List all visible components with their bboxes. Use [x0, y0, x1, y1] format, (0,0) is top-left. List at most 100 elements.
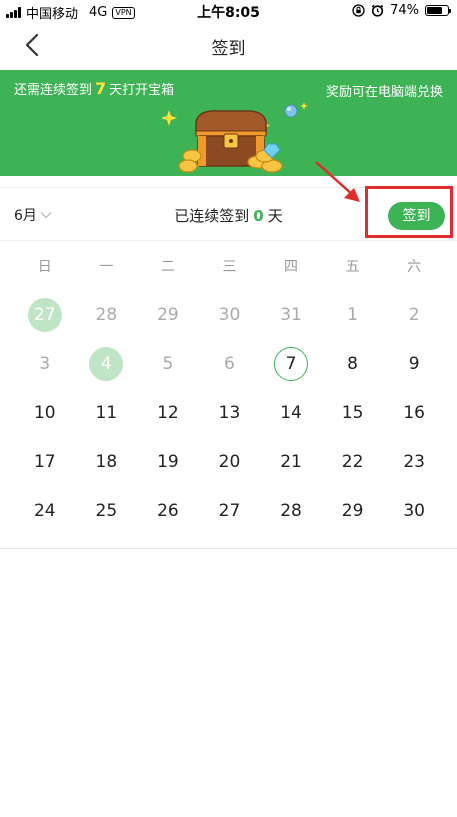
calendar-day-number: 12 [157, 402, 179, 423]
calendar-day[interactable]: 19 [137, 437, 199, 486]
reward-banner: 还需连续签到 7 天打开宝箱 奖励可在电脑端兑换 [0, 70, 457, 176]
calendar-day-number: 29 [341, 500, 364, 521]
calendar-day-number: 28 [280, 500, 302, 521]
nav-bar: 签到 [0, 22, 457, 68]
calendar-day-number: 17 [33, 451, 56, 472]
calendar-day-number: 20 [218, 451, 241, 472]
calendar-week: 10 11 12 13 14 15 16 [14, 388, 445, 437]
calendar-day-number: 16 [403, 402, 425, 423]
calendar-day[interactable]: 18 [76, 437, 138, 486]
calendar-day[interactable]: 26 [137, 486, 199, 535]
calendar-day[interactable]: 27 [199, 486, 261, 535]
calendar-day[interactable]: 14 [260, 388, 322, 437]
calendar-day[interactable]: 31 [260, 290, 322, 339]
calendar-day-number: 24 [33, 500, 56, 521]
divider [0, 548, 457, 549]
calendar-week: 24 25 26 27 28 29 30 [14, 486, 445, 535]
calendar-day[interactable]: 3 [14, 339, 76, 388]
weekday-label: 六 [407, 259, 422, 275]
calendar-day[interactable]: 17 [14, 437, 76, 486]
calendar-day-number: 6 [224, 353, 235, 374]
calendar-day-number: 8 [347, 353, 358, 374]
calendar-day[interactable]: 29 [137, 290, 199, 339]
battery-icon [425, 5, 451, 16]
alarm-icon [371, 4, 384, 17]
calendar-day[interactable]: 29 [322, 486, 384, 535]
calendar-day[interactable]: 9 [383, 339, 445, 388]
banner-progress-text: 还需连续签到 7 天打开宝箱 [14, 79, 174, 98]
calendar-day[interactable]: 8 [322, 339, 384, 388]
calendar-day[interactable]: 15 [322, 388, 384, 437]
calendar-day[interactable]: 30 [199, 290, 261, 339]
calendar-day-number: 31 [280, 304, 302, 325]
banner-redeem-text: 奖励可在电脑端兑换 [325, 85, 443, 100]
calendar-day-number: 2 [408, 304, 420, 325]
battery-percent: 74% [390, 3, 419, 18]
calendar-day-number: 30 [218, 304, 241, 325]
calendar-day[interactable]: 10 [14, 388, 76, 437]
streak-count: 0 [253, 207, 264, 225]
streak-suffix: 天 [267, 207, 283, 225]
calendar-day-number: 10 [33, 402, 56, 423]
calendar-day-number: 1 [347, 304, 358, 325]
streak-prefix: 已连续签到 [174, 207, 250, 225]
calendar-day[interactable]: 12 [137, 388, 199, 437]
weekday-label: 三 [222, 259, 237, 275]
calendar-day-number: 15 [341, 402, 364, 423]
calendar-day[interactable]: 2 [383, 290, 445, 339]
calendar-day-number: 11 [95, 402, 118, 423]
calendar-day[interactable]: 22 [322, 437, 384, 486]
rotation-lock-icon [352, 4, 365, 17]
annotation-highlight-box [365, 186, 453, 238]
calendar-day[interactable]: 13 [199, 388, 261, 437]
status-right: 74% [352, 3, 451, 18]
calendar-grid: 27 28 29 30 31 1 2 3 4 5 6 7 8 9 10 11 12 13 14 15 16 17 18 19 2… [14, 290, 445, 535]
calendar-day[interactable]: 16 [383, 388, 445, 437]
calendar-day-number: 22 [341, 451, 364, 472]
weekday-label: 一 [99, 259, 114, 275]
banner-days: 7 [95, 79, 107, 98]
calendar-day-number: 4 [89, 346, 124, 381]
weekday-label: 二 [160, 259, 175, 275]
calendar-day[interactable]: 23 [383, 437, 445, 486]
calendar-day-number: 5 [162, 353, 174, 374]
weekday-label: 四 [284, 259, 299, 275]
page-title: 签到 [211, 39, 246, 59]
calendar-day[interactable]: 11 [76, 388, 138, 437]
calendar-day-number: 30 [403, 500, 425, 521]
calendar-day[interactable]: 7 [260, 339, 322, 388]
calendar-day-number: 18 [95, 451, 118, 472]
calendar-day[interactable]: 28 [76, 290, 138, 339]
banner-prefix: 还需连续签到 [14, 83, 93, 98]
calendar-day[interactable]: 5 [137, 339, 199, 388]
calendar-week: 3 4 5 6 7 8 9 [14, 339, 445, 388]
calendar-week: 27 28 29 30 31 1 2 [14, 290, 445, 339]
calendar-day-number: 19 [157, 451, 179, 472]
calendar-day-number: 9 [408, 353, 420, 374]
calendar-day-number: 14 [280, 402, 302, 423]
calendar-week: 17 18 19 20 21 22 23 [14, 437, 445, 486]
calendar-day[interactable]: 21 [260, 437, 322, 486]
calendar-day[interactable]: 27 [14, 290, 76, 339]
calendar-day[interactable]: 6 [199, 339, 261, 388]
calendar-day-number: 29 [157, 304, 179, 325]
status-bar: 中国移动 4G VPN 上午8:05 74% [0, 0, 457, 22]
treasure-chest-icon [161, 102, 308, 173]
calendar-day-number: 13 [218, 402, 241, 423]
calendar-day-number: 21 [280, 451, 302, 472]
calendar-day[interactable]: 28 [260, 486, 322, 535]
calendar-day-number: 26 [157, 500, 179, 521]
calendar-day-number: 25 [95, 500, 118, 521]
calendar-day[interactable]: 25 [76, 486, 138, 535]
battery-level [427, 7, 442, 14]
calendar-day[interactable]: 30 [383, 486, 445, 535]
calendar-day-number: 27 [218, 500, 241, 521]
banner-suffix: 天打开宝箱 [109, 83, 175, 98]
weekday-label: 日 [37, 259, 52, 275]
weekday-header: 日 一 二 三 四 五 六 [14, 256, 445, 276]
calendar-day[interactable]: 20 [199, 437, 261, 486]
annotation-arrow-icon [315, 161, 360, 202]
calendar-day[interactable]: 24 [14, 486, 76, 535]
calendar-day[interactable]: 4 [76, 339, 138, 388]
calendar-day[interactable]: 1 [322, 290, 384, 339]
